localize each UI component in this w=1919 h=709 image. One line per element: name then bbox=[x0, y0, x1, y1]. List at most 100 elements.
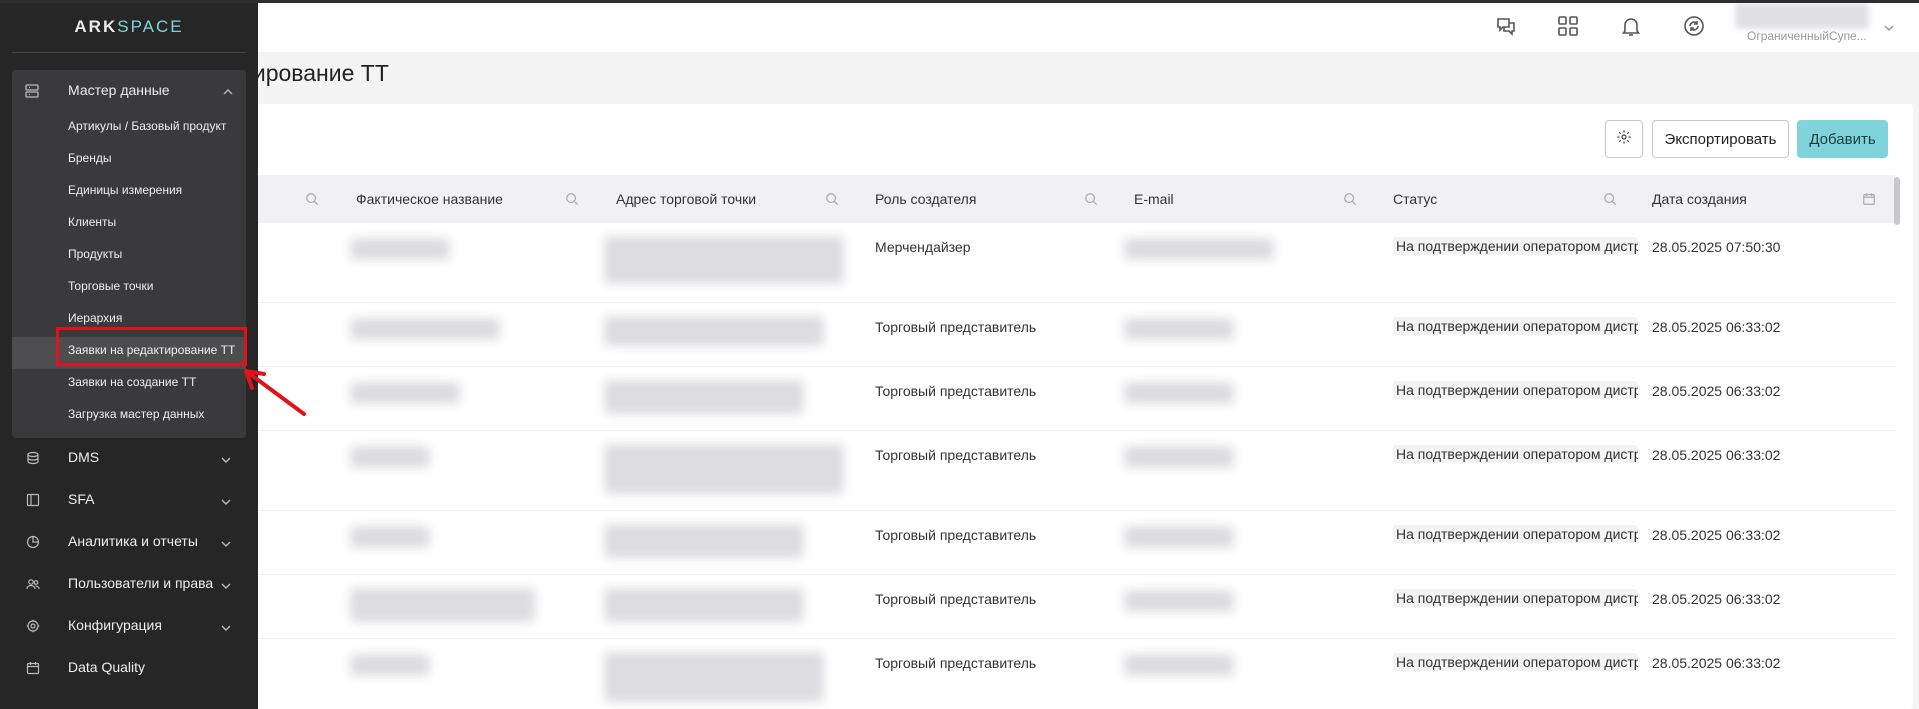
sidebar-item-master-data-upload[interactable]: Загрузка мастер данных bbox=[68, 407, 204, 421]
chevron-down-icon bbox=[220, 621, 232, 639]
sidebar-item-clients[interactable]: Клиенты bbox=[68, 215, 116, 229]
chevron-down-icon[interactable] bbox=[1883, 21, 1895, 39]
column-header-actual-name[interactable]: Фактическое название bbox=[356, 175, 503, 223]
sync-icon[interactable] bbox=[1682, 14, 1706, 38]
status-badge: На подтверждении оператором дистрибьютор… bbox=[1393, 381, 1638, 399]
export-button[interactable]: Экспортировать bbox=[1652, 120, 1789, 158]
redacted-email bbox=[1124, 446, 1234, 468]
sidebar-item-outlets[interactable]: Торговые точки bbox=[68, 279, 154, 293]
sidebar-item-analytics[interactable]: Аналитика и отчеты bbox=[0, 523, 258, 563]
redacted-actual-name bbox=[350, 318, 500, 340]
status-badge: На подтверждении оператором дистрибьютор… bbox=[1393, 653, 1638, 671]
chevron-down-icon bbox=[220, 579, 232, 597]
redacted-address bbox=[604, 588, 804, 622]
gear-icon bbox=[26, 619, 40, 633]
status-badge: На подтверждении оператором дистрибьютор… bbox=[1393, 237, 1638, 255]
table-scrollbar[interactable] bbox=[1893, 175, 1901, 709]
cell-created-date: 28.05.2025 06:33:02 bbox=[1652, 591, 1781, 607]
sidebar-item-outlet-create-requests[interactable]: Заявки на создание ТТ bbox=[68, 375, 196, 389]
column-header-created-date[interactable]: Дата создания bbox=[1652, 175, 1747, 223]
redacted-email bbox=[1124, 526, 1234, 548]
redacted-address bbox=[604, 652, 824, 702]
table-row[interactable] bbox=[230, 366, 1895, 431]
status-badge: На подтверждении оператором дистрибьютор… bbox=[1393, 317, 1638, 335]
scrollbar-thumb[interactable] bbox=[1894, 177, 1900, 225]
sidebar-group-master-data[interactable]: Мастер данные bbox=[12, 73, 246, 109]
cell-creator-role: Торговый представитель bbox=[875, 527, 1037, 543]
bell-icon[interactable] bbox=[1619, 14, 1643, 38]
redacted-email bbox=[1124, 318, 1234, 340]
table-row[interactable] bbox=[230, 430, 1895, 511]
gear-icon bbox=[1616, 129, 1632, 149]
column-header-status[interactable]: Статус bbox=[1393, 175, 1437, 223]
column-header-address[interactable]: Адрес торговой точки bbox=[616, 175, 756, 223]
redacted-address bbox=[604, 524, 804, 558]
redacted-actual-name bbox=[350, 526, 430, 548]
cell-creator-role: Торговый представитель bbox=[875, 319, 1037, 335]
chat-icon[interactable] bbox=[1494, 14, 1518, 38]
window-top-border bbox=[0, 0, 1919, 3]
search-icon[interactable] bbox=[1343, 192, 1357, 206]
status-badge: На подтверждении оператором дистрибьютор… bbox=[1393, 589, 1638, 607]
column-header-email[interactable]: E-mail bbox=[1134, 175, 1174, 223]
search-icon[interactable] bbox=[565, 192, 579, 206]
sidebar-item-configuration[interactable]: Конфигурация bbox=[0, 607, 258, 647]
search-icon[interactable] bbox=[305, 192, 319, 206]
redacted-address bbox=[604, 316, 824, 346]
redacted-address bbox=[604, 380, 804, 414]
sidebar-item-units[interactable]: Единицы измерения bbox=[68, 183, 182, 197]
redacted-email bbox=[1124, 590, 1234, 612]
add-button[interactable]: Добавить bbox=[1797, 120, 1888, 158]
logo-divider bbox=[12, 52, 246, 53]
layout-icon bbox=[26, 493, 40, 507]
apps-grid-icon[interactable] bbox=[1556, 14, 1580, 38]
user-name[interactable]: ОграниченныйСупе... bbox=[1747, 29, 1867, 43]
redacted-actual-name bbox=[350, 238, 450, 260]
table-row[interactable] bbox=[230, 223, 1895, 303]
table-row[interactable] bbox=[230, 510, 1895, 575]
redacted-actual-name bbox=[350, 654, 430, 676]
calendar-icon[interactable] bbox=[1862, 192, 1876, 206]
chevron-down-icon bbox=[220, 495, 232, 513]
chevron-down-icon bbox=[220, 453, 232, 471]
status-badge: На подтверждении оператором дистрибьютор… bbox=[1393, 445, 1638, 463]
top-header bbox=[258, 3, 1919, 52]
pie-chart-icon bbox=[26, 535, 40, 549]
app-logo[interactable]: ARKSPACE bbox=[0, 17, 258, 37]
highlight-annotation bbox=[56, 327, 247, 366]
cell-creator-role: Торговый представитель bbox=[875, 447, 1037, 463]
redacted-email bbox=[1124, 654, 1234, 676]
cell-created-date: 28.05.2025 06:33:02 bbox=[1652, 319, 1781, 335]
cell-created-date: 28.05.2025 06:33:02 bbox=[1652, 527, 1781, 543]
sidebar-item-sfa[interactable]: SFA bbox=[0, 481, 258, 521]
redacted-address bbox=[604, 236, 844, 284]
redacted-actual-name bbox=[350, 446, 430, 468]
table-row[interactable] bbox=[230, 638, 1895, 709]
sidebar-item-articles[interactable]: Артикулы / Базовый продукт bbox=[68, 119, 226, 133]
sidebar-item-data-quality[interactable]: Data Quality bbox=[0, 649, 258, 689]
cell-created-date: 28.05.2025 06:33:02 bbox=[1652, 383, 1781, 399]
users-icon bbox=[26, 577, 40, 591]
status-badge: На подтверждении оператором дистрибьютор… bbox=[1393, 525, 1638, 543]
search-icon[interactable] bbox=[825, 192, 839, 206]
redacted-actual-name bbox=[350, 382, 460, 404]
search-icon[interactable] bbox=[1084, 192, 1098, 206]
annotation-arrow-icon bbox=[244, 369, 306, 416]
cell-creator-role: Торговый представитель bbox=[875, 591, 1037, 607]
user-avatar[interactable] bbox=[1735, 3, 1869, 29]
cell-creator-role: Мерчендайзер bbox=[875, 239, 971, 255]
redacted-email bbox=[1124, 382, 1234, 404]
sidebar-item-brands[interactable]: Бренды bbox=[68, 151, 111, 165]
sidebar-item-hierarchy[interactable]: Иерархия bbox=[68, 311, 122, 325]
sidebar-item-products[interactable]: Продукты bbox=[68, 247, 122, 261]
cell-creator-role: Торговый представитель bbox=[875, 383, 1037, 399]
chevron-up-icon bbox=[222, 85, 234, 103]
search-icon[interactable] bbox=[1603, 192, 1617, 206]
column-header-creator-role[interactable]: Роль создателя bbox=[875, 175, 976, 223]
cell-created-date: 28.05.2025 06:33:02 bbox=[1652, 655, 1781, 671]
sidebar-item-dms[interactable]: DMS bbox=[0, 439, 258, 479]
chevron-down-icon bbox=[220, 537, 232, 555]
database-icon bbox=[24, 83, 40, 99]
sidebar-item-users-rights[interactable]: Пользователи и права bbox=[0, 565, 258, 605]
table-settings-button[interactable] bbox=[1605, 120, 1643, 158]
